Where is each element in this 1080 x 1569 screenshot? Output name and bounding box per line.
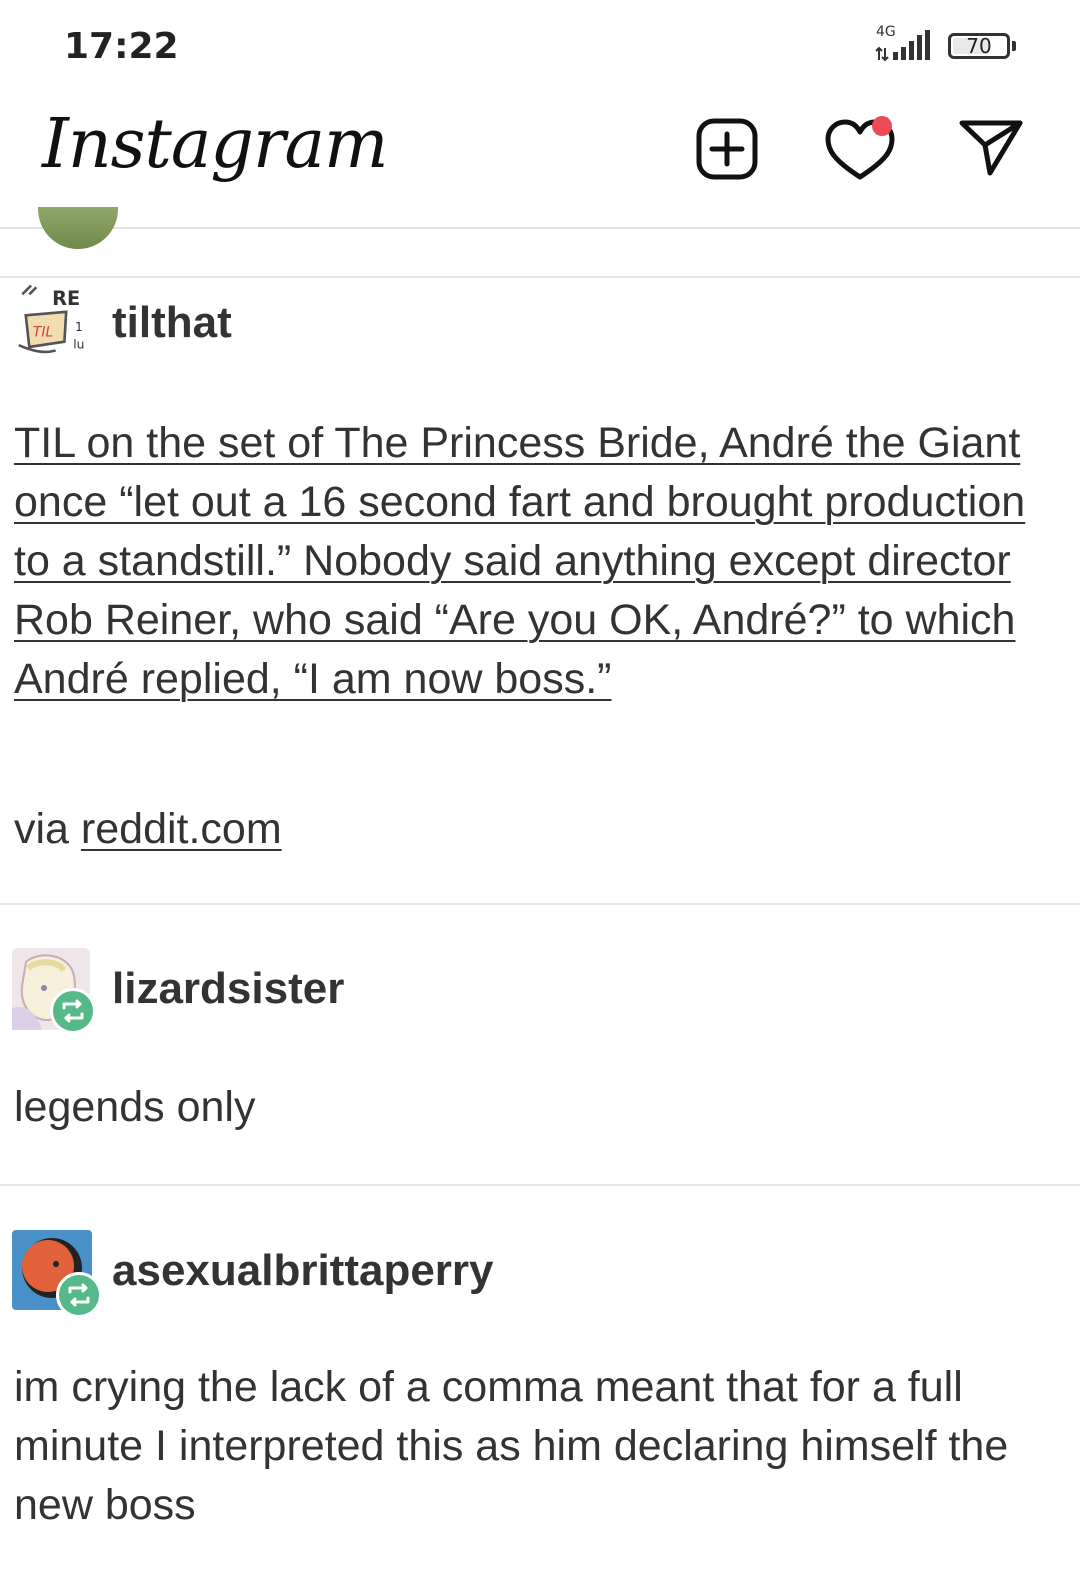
- post-username[interactable]: tilthat: [112, 298, 232, 348]
- divider: [0, 1184, 1080, 1186]
- divider: [0, 903, 1080, 905]
- battery-icon: 70: [948, 33, 1010, 59]
- new-post-icon[interactable]: [696, 118, 758, 180]
- instagram-top-bar: Instagram: [0, 95, 1080, 229]
- battery-percent: 70: [966, 34, 992, 58]
- previous-post-avatar: [38, 207, 118, 249]
- instagram-logo[interactable]: Instagram: [42, 105, 388, 184]
- source-prefix: via: [14, 805, 81, 853]
- reblog-body: im crying the lack of a comma meant that…: [14, 1363, 1009, 1529]
- signal-strength-icon: [875, 30, 930, 62]
- reblog-username[interactable]: asexualbrittaperry: [112, 1246, 494, 1296]
- reblog-badge-icon: [50, 988, 96, 1034]
- reblog-badge-icon: [56, 1272, 102, 1318]
- svg-text:lu: lu: [73, 338, 84, 352]
- reblog-body: legends only: [14, 1083, 256, 1131]
- svg-text:TIL: TIL: [33, 324, 54, 340]
- status-bar: 17:22 4G 70: [0, 0, 1080, 95]
- divider: [0, 276, 1080, 278]
- tumblr-post-original: RE TIL 1 lu tilthat TIL on the set of Th…: [0, 282, 1080, 902]
- reblog-username[interactable]: lizardsister: [112, 964, 344, 1014]
- til-avatar-icon: RE TIL 1 lu: [17, 282, 89, 354]
- post-source: via reddit.com: [14, 800, 1066, 859]
- tumblr-reblog-post: asexualbrittaperry im crying the lack of…: [0, 1230, 1080, 1569]
- battery-tip: [1012, 41, 1016, 51]
- svg-text:RE: RE: [52, 287, 80, 310]
- direct-message-icon[interactable]: [958, 117, 1024, 179]
- source-link[interactable]: reddit.com: [81, 805, 282, 853]
- svg-text:1: 1: [75, 320, 83, 334]
- post-body-link[interactable]: TIL on the set of The Princess Bride, An…: [14, 414, 1066, 709]
- activity-heart-icon[interactable]: [822, 115, 902, 185]
- tumblr-reblog-post: lizardsister legends only: [0, 948, 1080, 1178]
- status-time: 17:22: [64, 26, 179, 67]
- notification-dot: [872, 116, 892, 136]
